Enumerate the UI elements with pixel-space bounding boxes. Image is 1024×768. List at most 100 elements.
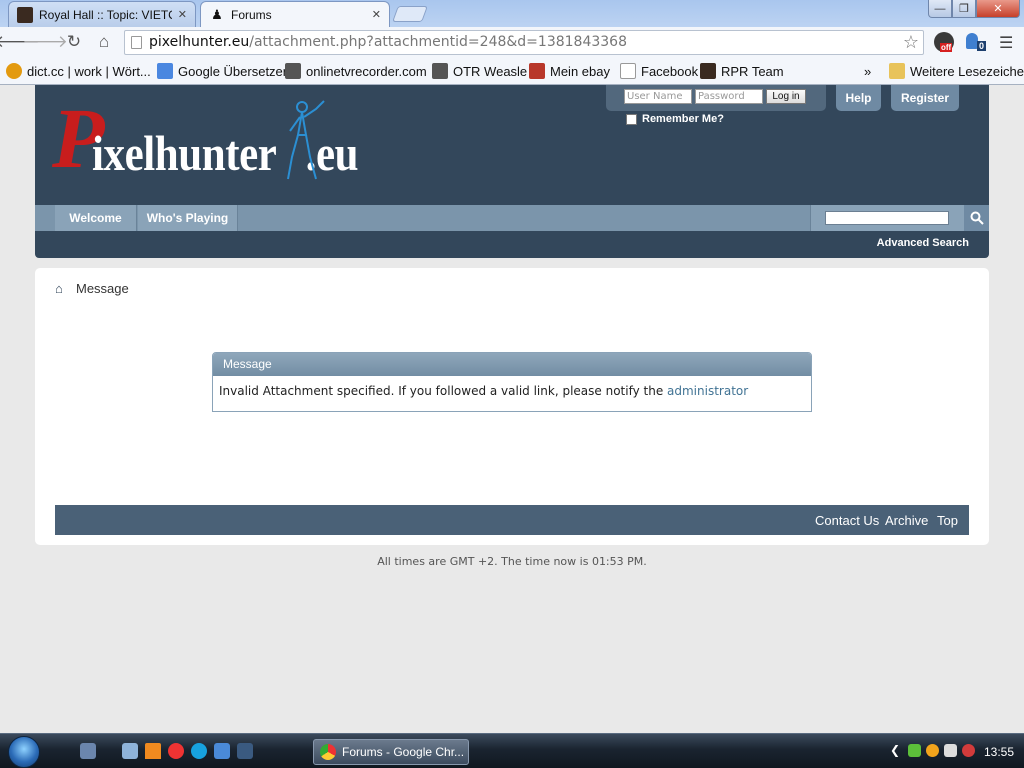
tab-strip: Royal Hall :: Topic: VIETCO ✕ ♟ Forums ✕… bbox=[0, 0, 1024, 27]
tray-update-icon[interactable] bbox=[926, 744, 939, 757]
tray-expand-icon[interactable]: ❮ bbox=[890, 743, 900, 757]
extension-badge: off bbox=[940, 43, 953, 52]
message-title: Message bbox=[213, 353, 811, 376]
bookmark-onlinetvrecorder[interactable]: onlinetvrecorder.com bbox=[285, 62, 427, 80]
tab-royal-hall[interactable]: Royal Hall :: Topic: VIETCO ✕ bbox=[8, 1, 196, 27]
home-icon[interactable]: ⌂ bbox=[93, 31, 115, 53]
bookmarks-overflow-button[interactable]: » bbox=[864, 62, 871, 80]
contact-us-link[interactable]: Contact Us bbox=[815, 513, 879, 528]
search-icon[interactable] bbox=[964, 205, 989, 231]
bookmark-google-translate[interactable]: Google Übersetzer bbox=[157, 62, 287, 80]
chrome-menu-icon[interactable]: ☰ bbox=[999, 33, 1015, 52]
register-button[interactable]: Register bbox=[891, 85, 959, 111]
windows-taskbar: Forums - Google Chr... ❮ 13:55 bbox=[0, 733, 1024, 768]
bookmark-facebook[interactable]: Facebook bbox=[620, 62, 698, 80]
tab-forums[interactable]: ♟ Forums ✕ bbox=[200, 1, 390, 27]
administrator-link[interactable]: administrator bbox=[667, 384, 748, 398]
bookmark-label: Weitere Lesezeichen bbox=[910, 63, 1024, 79]
google-translate-icon bbox=[157, 63, 173, 79]
tray-alert-icon[interactable] bbox=[962, 744, 975, 757]
forums-favicon-icon: ♟ bbox=[211, 6, 223, 22]
bookmarks-bar: dict.cc | work | Wört... Google Übersetz… bbox=[0, 58, 1024, 85]
page-viewport: P ixelhunter .eu User Name Password Log i… bbox=[0, 85, 1024, 733]
tray-security-icon[interactable] bbox=[908, 744, 921, 757]
folder-icon bbox=[889, 63, 905, 79]
start-button[interactable] bbox=[8, 736, 40, 768]
bookmark-label: dict.cc | work | Wört... bbox=[27, 63, 151, 79]
help-button[interactable]: Help bbox=[836, 85, 881, 111]
hunter-figure-icon bbox=[287, 100, 325, 180]
minimize-window-button[interactable]: — bbox=[928, 0, 952, 18]
otr-weasle-icon bbox=[432, 63, 448, 79]
quicklaunch-chrome-icon[interactable] bbox=[168, 743, 184, 759]
dict-icon bbox=[6, 63, 22, 79]
remember-me[interactable]: Remember Me? bbox=[626, 113, 724, 125]
site-logo[interactable]: P ixelhunter .eu bbox=[52, 93, 372, 187]
username-field[interactable]: User Name bbox=[624, 89, 692, 104]
page-icon bbox=[620, 63, 636, 79]
password-field[interactable]: Password bbox=[695, 89, 763, 104]
quicklaunch-skype-icon[interactable] bbox=[191, 743, 207, 759]
extension-badge: 0 bbox=[977, 41, 987, 51]
tab-title: Royal Hall :: Topic: VIETCO bbox=[39, 7, 172, 22]
reload-icon[interactable]: ↻ bbox=[63, 31, 85, 53]
tray-network-icon[interactable] bbox=[944, 744, 957, 757]
quicklaunch-app-icon[interactable] bbox=[237, 743, 253, 759]
otr-icon bbox=[285, 63, 301, 79]
other-bookmarks[interactable]: Weitere Lesezeichen bbox=[889, 62, 1024, 80]
browser-toolbar: 🡐 🡒 ↻ ⌂ pixelhunter.eu/attachment.php?at… bbox=[0, 27, 1024, 58]
page-icon bbox=[131, 36, 142, 49]
bookmark-dict[interactable]: dict.cc | work | Wört... bbox=[6, 62, 151, 80]
browser-window: Royal Hall :: Topic: VIETCO ✕ ♟ Forums ✕… bbox=[0, 0, 1024, 85]
remember-me-checkbox[interactable] bbox=[626, 113, 637, 125]
close-window-button[interactable]: ✕ bbox=[976, 0, 1020, 18]
quicklaunch-app-icon[interactable] bbox=[214, 743, 230, 759]
message-block: Message Invalid Attachment specified. If… bbox=[212, 352, 812, 412]
quicklaunch-show-desktop-icon[interactable] bbox=[80, 743, 96, 759]
breadcrumb: ⌂ Message bbox=[55, 281, 129, 296]
bookmark-label: Facebook bbox=[641, 63, 699, 79]
bookmark-label: Mein ebay bbox=[550, 63, 610, 79]
ebay-icon bbox=[529, 63, 545, 79]
url-path: /attachment.php?attachmentid=248&d=13818… bbox=[249, 34, 627, 50]
taskbar-window-title: Forums - Google Chr... bbox=[342, 745, 465, 759]
forward-arrow-icon[interactable]: 🡒 bbox=[22, 31, 68, 53]
quicklaunch-computer-icon[interactable] bbox=[122, 743, 138, 759]
bookmark-label: Google Übersetzer bbox=[178, 63, 288, 79]
bookmark-label: onlinetvrecorder.com bbox=[306, 63, 427, 79]
close-tab-icon[interactable]: ✕ bbox=[178, 8, 187, 21]
tab-welcome[interactable]: Welcome bbox=[55, 205, 137, 231]
tab-whos-playing[interactable]: Who's Playing bbox=[138, 205, 238, 231]
home-icon[interactable]: ⌂ bbox=[55, 281, 69, 296]
sub-nav: Advanced Search bbox=[35, 231, 989, 258]
address-bar[interactable]: pixelhunter.eu/attachment.php?attachment… bbox=[124, 30, 924, 55]
bookmark-ebay[interactable]: Mein ebay bbox=[529, 62, 610, 80]
login-box: User Name Password Log in bbox=[606, 85, 826, 111]
bookmark-label: OTR Weasle bbox=[453, 63, 528, 79]
login-button[interactable]: Log in bbox=[766, 89, 806, 104]
tab-title: Forums bbox=[231, 7, 272, 22]
royal-hall-favicon-icon bbox=[17, 6, 33, 23]
maximize-window-button[interactable]: ❐ bbox=[952, 0, 976, 18]
bookmark-label: RPR Team bbox=[721, 63, 784, 79]
top-link[interactable]: Top bbox=[937, 513, 958, 528]
logo-wordmark-main: ixelhunter bbox=[92, 125, 277, 181]
new-tab-button[interactable] bbox=[392, 6, 428, 22]
bookmark-star-icon[interactable]: ☆ bbox=[903, 31, 919, 54]
taskbar-window-chrome[interactable]: Forums - Google Chr... bbox=[313, 739, 469, 765]
quicklaunch-vlc-icon[interactable] bbox=[145, 743, 161, 759]
remember-me-label: Remember Me? bbox=[642, 113, 724, 125]
search-input[interactable] bbox=[825, 211, 949, 225]
search-area bbox=[810, 205, 964, 231]
extension-ghostery-icon[interactable]: 0 bbox=[965, 31, 987, 53]
close-tab-icon[interactable]: ✕ bbox=[372, 8, 381, 21]
message-body: Invalid Attachment specified. If you fol… bbox=[213, 376, 811, 406]
content-area: ⌂ Message Message Invalid Attachment spe… bbox=[35, 268, 989, 545]
advanced-search-link[interactable]: Advanced Search bbox=[877, 237, 969, 249]
bookmark-rpr-team[interactable]: RPR Team bbox=[700, 62, 784, 80]
clock[interactable]: 13:55 bbox=[984, 745, 1014, 759]
url-domain: pixelhunter.eu bbox=[149, 34, 250, 50]
extension-off-icon[interactable]: off bbox=[934, 32, 954, 52]
archive-link[interactable]: Archive bbox=[885, 513, 928, 528]
bookmark-otr-weasle[interactable]: OTR Weasle bbox=[432, 62, 527, 80]
